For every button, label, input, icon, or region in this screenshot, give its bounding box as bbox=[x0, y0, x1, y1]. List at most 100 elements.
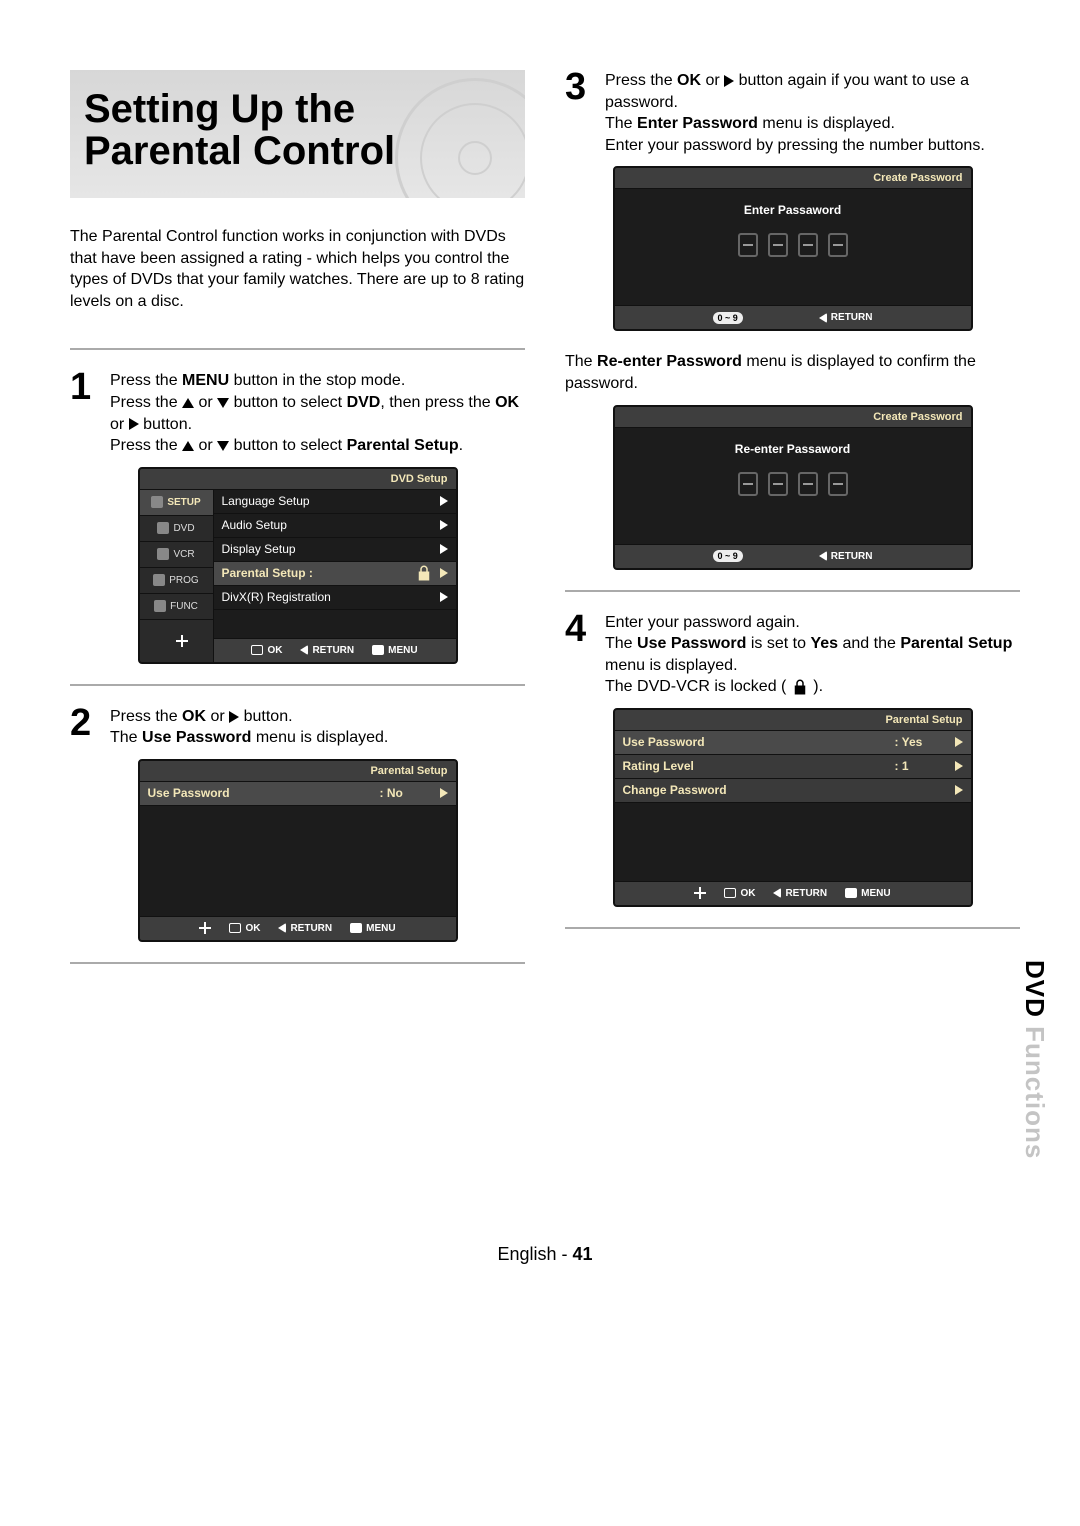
osd-foot-return: RETURN bbox=[300, 645, 354, 656]
osd-item-divx: DivX(R) Registration bbox=[214, 586, 456, 610]
disc-icon bbox=[157, 522, 169, 534]
osd-foot-return: RETURN bbox=[278, 923, 332, 934]
osd-foot-ok: OK bbox=[229, 923, 260, 934]
osd-row-ratinglevel: Rating Level : 1 bbox=[615, 755, 971, 779]
menu-icon bbox=[845, 888, 857, 898]
return-icon bbox=[773, 888, 781, 898]
gear-icon bbox=[151, 496, 163, 508]
pw-digit bbox=[738, 233, 758, 257]
osd-title: Parental Setup bbox=[140, 761, 456, 782]
page-footer: English - 41 bbox=[70, 1244, 1020, 1265]
divider bbox=[70, 962, 525, 964]
osd-foot-ok: OK bbox=[724, 888, 755, 899]
lock-icon bbox=[415, 564, 433, 582]
osd-prompt: Re-enter Passaword bbox=[615, 442, 971, 456]
osd-foot-menu: MENU bbox=[350, 923, 395, 934]
return-icon bbox=[300, 645, 308, 655]
arrow-down-icon bbox=[217, 398, 229, 408]
osd-footer: OK RETURN MENU bbox=[140, 916, 456, 940]
divider bbox=[565, 927, 1020, 929]
osd-item-parental: Parental Setup : bbox=[214, 562, 456, 586]
caret-right-icon bbox=[440, 544, 448, 554]
menu-icon bbox=[372, 645, 384, 655]
osd-parental-no: Parental Setup Use Password : No OK RETU… bbox=[138, 759, 458, 942]
caret-right-icon bbox=[955, 785, 963, 795]
osd-item-language: Language Setup bbox=[214, 490, 456, 514]
intro-text: The Parental Control function works in c… bbox=[70, 226, 525, 312]
divider bbox=[565, 590, 1020, 592]
osd-footer: OK RETURN MENU bbox=[615, 881, 971, 905]
osd-foot-menu: MENU bbox=[372, 645, 417, 656]
arrow-down-icon bbox=[217, 441, 229, 451]
osd-title: Create Password bbox=[615, 168, 971, 189]
step-number: 1 bbox=[70, 370, 98, 456]
pw-digit bbox=[738, 472, 758, 496]
step-body: Press the MENU button in the stop mode. … bbox=[110, 370, 525, 456]
osd-foot-ok: OK bbox=[251, 645, 282, 656]
step-body: Press the OK or button again if you want… bbox=[605, 70, 1020, 156]
pw-digit bbox=[828, 233, 848, 257]
caret-right-icon bbox=[955, 737, 963, 747]
caret-right-icon bbox=[955, 761, 963, 771]
step-3: 3 Press the OK or button again if you wa… bbox=[565, 70, 1020, 156]
osd-sidebar: SETUP DVD VCR PROG FUNC bbox=[140, 490, 214, 662]
return-icon bbox=[819, 551, 827, 561]
reenter-note: The Re-enter Password menu is displayed … bbox=[565, 351, 1020, 394]
step-body: Press the OK or button. The Use Password… bbox=[110, 706, 525, 749]
step-body: Enter your password again. The Use Passw… bbox=[605, 612, 1020, 698]
osd-foot-move bbox=[694, 887, 706, 899]
pw-digit bbox=[768, 472, 788, 496]
step-number: 4 bbox=[565, 612, 593, 698]
grid-icon bbox=[154, 600, 166, 612]
step-number: 3 bbox=[565, 70, 593, 156]
section-side-tab: DVD Functions bbox=[1019, 960, 1050, 1159]
osd-tab-vcr: VCR bbox=[140, 542, 213, 568]
ok-icon bbox=[229, 923, 241, 933]
move-icon bbox=[199, 922, 211, 934]
step-2: 2 Press the OK or button. The Use Passwo… bbox=[70, 706, 525, 749]
osd-foot-numrange: 0 ~ 9 bbox=[713, 550, 743, 562]
section-banner: Setting Up the Parental Control bbox=[70, 70, 525, 198]
pw-digit bbox=[828, 472, 848, 496]
return-icon bbox=[819, 313, 827, 323]
play-icon bbox=[724, 75, 734, 87]
osd-row-changepassword: Change Password bbox=[615, 779, 971, 803]
osd-footer: 0 ~ 9 RETURN bbox=[615, 305, 971, 329]
password-boxes bbox=[615, 225, 971, 285]
pw-digit bbox=[768, 233, 788, 257]
osd-item-audio: Audio Setup bbox=[214, 514, 456, 538]
caret-right-icon bbox=[440, 568, 448, 578]
divider bbox=[70, 348, 525, 350]
arrow-up-icon bbox=[182, 398, 194, 408]
pw-digit bbox=[798, 233, 818, 257]
osd-dvd-setup: DVD Setup SETUP DVD VCR PROG FUNC Langua… bbox=[138, 467, 458, 664]
osd-foot-return: RETURN bbox=[773, 888, 827, 899]
step-1: 1 Press the MENU button in the stop mode… bbox=[70, 370, 525, 456]
arrow-up-icon bbox=[182, 441, 194, 451]
osd-footer: 0 ~ 9 RETURN bbox=[615, 544, 971, 568]
osd-foot-menu: MENU bbox=[845, 888, 890, 899]
osd-move-indicator bbox=[140, 620, 213, 650]
osd-prompt: Enter Passaword bbox=[615, 203, 971, 217]
play-icon bbox=[129, 418, 139, 430]
osd-tab-func: FUNC bbox=[140, 594, 213, 620]
ok-icon bbox=[251, 645, 263, 655]
step-4: 4 Enter your password again. The Use Pas… bbox=[565, 612, 1020, 698]
tape-icon bbox=[157, 548, 169, 560]
caret-right-icon bbox=[440, 592, 448, 602]
return-icon bbox=[278, 923, 286, 933]
clock-icon bbox=[153, 574, 165, 586]
osd-row-usepassword: Use Password : No bbox=[140, 782, 456, 806]
osd-tab-dvd: DVD bbox=[140, 516, 213, 542]
divider bbox=[70, 684, 525, 686]
osd-footer: OK RETURN MENU bbox=[214, 638, 456, 662]
osd-title: Create Password bbox=[615, 407, 971, 428]
osd-create-password-reenter: Create Password Re-enter Passaword 0 ~ 9… bbox=[613, 405, 973, 570]
osd-parental-yes: Parental Setup Use Password : Yes Rating… bbox=[613, 708, 973, 907]
ok-icon bbox=[724, 888, 736, 898]
osd-item-display: Display Setup bbox=[214, 538, 456, 562]
osd-foot-return: RETURN bbox=[819, 551, 873, 562]
osd-foot-numrange: 0 ~ 9 bbox=[713, 312, 743, 324]
osd-title: DVD Setup bbox=[140, 469, 456, 490]
caret-right-icon bbox=[440, 496, 448, 506]
